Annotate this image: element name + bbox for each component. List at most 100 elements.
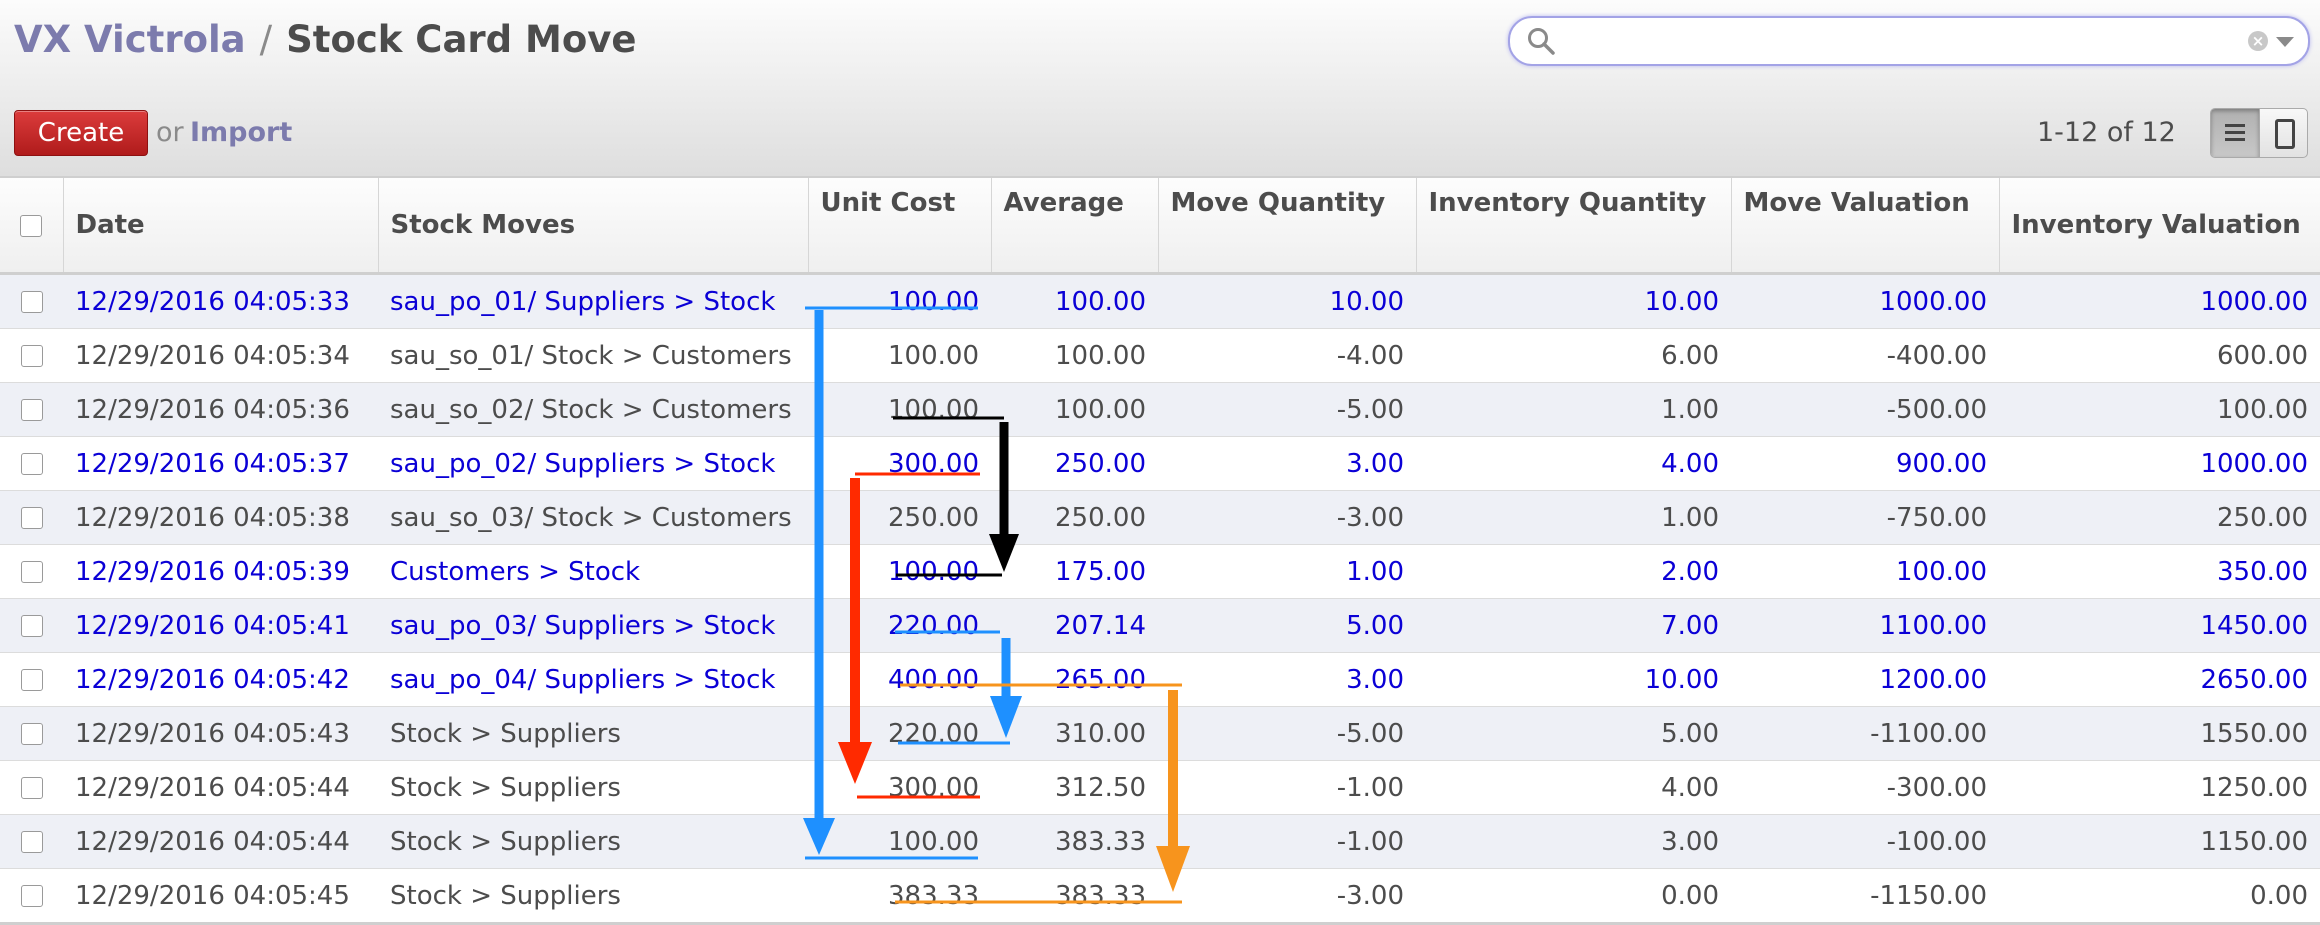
breadcrumb-parent-link[interactable]: VX Victrola <box>14 18 246 61</box>
cell-inventory-valuation: 1000.00 <box>1999 436 2320 491</box>
cell-inventory-valuation: 1450.00 <box>1999 598 2320 653</box>
breadcrumb: VX Victrola / Stock Card Move <box>14 18 637 61</box>
row-select-cell <box>0 868 63 925</box>
search-icon <box>1528 28 1555 55</box>
cell-unit-cost: 300.00 <box>808 760 991 815</box>
table-row[interactable]: 12/29/2016 04:05:41 sau_po_03/ Suppliers … <box>0 598 2320 653</box>
row-select-cell <box>0 814 63 869</box>
column-header-date[interactable]: Date <box>63 178 379 275</box>
cell-inventory-quantity: 2.00 <box>1416 544 1731 599</box>
row-select-cell <box>0 544 63 599</box>
cell-inventory-valuation: 1000.00 <box>1999 273 2320 329</box>
column-header-move-valuation[interactable]: Move Valuation <box>1731 178 2000 275</box>
cell-unit-cost: 400.00 <box>808 652 991 707</box>
cell-stock-move: sau_so_03/ Stock > Customers <box>378 490 808 545</box>
cell-move-quantity: -1.00 <box>1158 760 1416 815</box>
column-header-stock-moves[interactable]: Stock Moves <box>378 178 809 275</box>
cell-stock-move: Stock > Suppliers <box>378 814 808 869</box>
cell-move-valuation: -500.00 <box>1731 382 1999 437</box>
import-link[interactable]: Import <box>190 117 292 148</box>
dropdown-icon[interactable] <box>2276 37 2294 47</box>
create-button[interactable]: Create <box>14 110 148 156</box>
row-select-cell <box>0 598 63 653</box>
row-select-cell <box>0 706 63 761</box>
cell-inventory-quantity: 10.00 <box>1416 273 1731 329</box>
table-row[interactable]: 12/29/2016 04:05:43 Stock > Suppliers 220.… <box>0 706 2320 761</box>
cell-average: 250.00 <box>991 490 1158 545</box>
cell-move-quantity: -3.00 <box>1158 868 1416 925</box>
cell-date: 12/29/2016 04:05:44 <box>63 814 378 869</box>
cell-date: 12/29/2016 04:05:36 <box>63 382 378 437</box>
pager-value[interactable]: 1-12 of 12 <box>2037 117 2176 148</box>
row-select-cell <box>0 436 63 491</box>
table-row[interactable]: 12/29/2016 04:05:38 sau_so_03/ Stock > Cu… <box>0 490 2320 545</box>
row-checkbox[interactable] <box>20 345 43 367</box>
column-header-inventory-valuation[interactable]: Inventory Valuation <box>1999 178 2320 275</box>
row-checkbox[interactable] <box>20 723 43 745</box>
table-row[interactable]: 12/29/2016 04:05:39 Customers > Stock 100.… <box>0 544 2320 599</box>
cell-unit-cost: 300.00 <box>808 436 991 491</box>
row-select-cell <box>0 652 63 707</box>
cell-move-valuation: 900.00 <box>1731 436 1999 491</box>
row-checkbox[interactable] <box>20 507 43 529</box>
row-select-cell <box>0 328 63 383</box>
row-select-cell <box>0 760 63 815</box>
table-row[interactable]: 12/29/2016 04:05:34 sau_so_01/ Stock > Cu… <box>0 328 2320 383</box>
row-checkbox[interactable] <box>20 615 43 637</box>
row-select-cell <box>0 273 63 329</box>
table-row[interactable]: 12/29/2016 04:05:33 sau_po_01/ Suppliers … <box>0 273 2320 329</box>
cell-move-valuation: 1000.00 <box>1731 273 1999 329</box>
row-select-cell <box>0 490 63 545</box>
cell-stock-move: Stock > Suppliers <box>378 706 808 761</box>
cell-date: 12/29/2016 04:05:43 <box>63 706 378 761</box>
cell-move-valuation: 1100.00 <box>1731 598 1999 653</box>
cell-unit-cost: 100.00 <box>808 328 991 383</box>
cell-inventory-quantity: 4.00 <box>1416 760 1731 815</box>
cell-stock-move: sau_po_01/ Suppliers > Stock <box>378 273 808 329</box>
cell-unit-cost: 100.00 <box>808 382 991 437</box>
cell-date: 12/29/2016 04:05:33 <box>63 273 378 329</box>
cell-move-quantity: 3.00 <box>1158 436 1416 491</box>
row-checkbox[interactable] <box>20 831 43 853</box>
table-row[interactable]: 12/29/2016 04:05:45 Stock > Suppliers 383.… <box>0 868 2320 925</box>
column-header-average[interactable]: Average <box>991 178 1159 275</box>
row-checkbox[interactable] <box>20 885 43 907</box>
cell-unit-cost: 220.00 <box>808 598 991 653</box>
table-header-row: Date Stock Moves Unit Cost Average Move … <box>0 178 2320 275</box>
row-checkbox[interactable] <box>20 561 43 583</box>
cell-stock-move: Customers > Stock <box>378 544 808 599</box>
column-header-unit-cost[interactable]: Unit Cost <box>808 178 992 275</box>
cell-stock-move: sau_po_03/ Suppliers > Stock <box>378 598 808 653</box>
table-row[interactable]: 12/29/2016 04:05:36 sau_so_02/ Stock > Cu… <box>0 382 2320 437</box>
column-header-move-quantity[interactable]: Move Quantity <box>1158 178 1417 275</box>
row-checkbox[interactable] <box>20 453 43 475</box>
stock-card-table: Date Stock Moves Unit Cost Average Move … <box>0 178 2320 925</box>
cell-inventory-quantity: 7.00 <box>1416 598 1731 653</box>
select-all-cell <box>0 178 64 275</box>
table-row[interactable]: 12/29/2016 04:05:37 sau_po_02/ Suppliers … <box>0 436 2320 491</box>
form-view-button[interactable] <box>2258 109 2308 157</box>
cell-stock-move: sau_po_04/ Suppliers > Stock <box>378 652 808 707</box>
select-all-checkbox[interactable] <box>20 214 43 237</box>
cell-move-valuation: -750.00 <box>1731 490 1999 545</box>
row-checkbox[interactable] <box>20 291 43 313</box>
cell-unit-cost: 100.00 <box>808 544 991 599</box>
cell-move-quantity: -4.00 <box>1158 328 1416 383</box>
table-row[interactable]: 12/29/2016 04:05:44 Stock > Suppliers 300.… <box>0 760 2320 815</box>
search-input[interactable] <box>1566 24 2230 60</box>
row-checkbox[interactable] <box>20 669 43 691</box>
search-box[interactable]: × <box>1508 16 2310 66</box>
cell-move-valuation: -400.00 <box>1731 328 1999 383</box>
cell-average: 100.00 <box>991 382 1158 437</box>
column-header-inventory-quantity[interactable]: Inventory Quantity <box>1416 178 1732 275</box>
cell-date: 12/29/2016 04:05:42 <box>63 652 378 707</box>
table-row[interactable]: 12/29/2016 04:05:44 Stock > Suppliers 100.… <box>0 814 2320 869</box>
table-row[interactable]: 12/29/2016 04:05:42 sau_po_04/ Suppliers … <box>0 652 2320 707</box>
row-checkbox[interactable] <box>20 399 43 421</box>
cell-move-valuation: 1200.00 <box>1731 652 1999 707</box>
cell-inventory-valuation: 1250.00 <box>1999 760 2320 815</box>
list-view-button[interactable] <box>2211 109 2259 157</box>
clear-icon[interactable]: × <box>2248 31 2268 51</box>
row-checkbox[interactable] <box>20 777 43 799</box>
cell-inventory-quantity: 3.00 <box>1416 814 1731 869</box>
